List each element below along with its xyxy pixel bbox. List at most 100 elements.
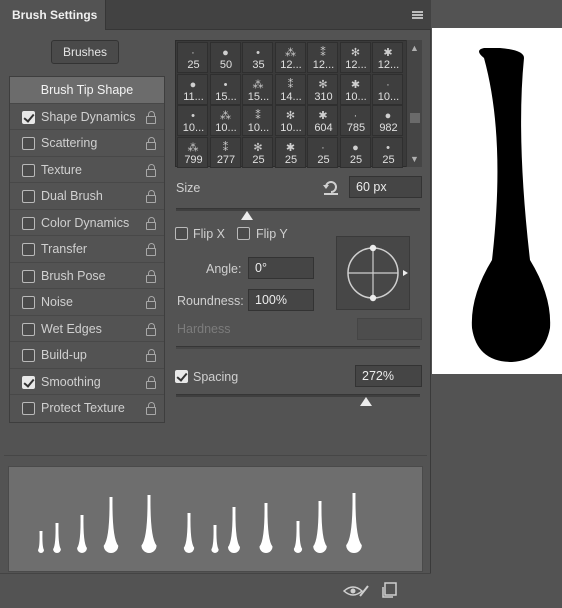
angle-input[interactable]: 0° xyxy=(248,257,314,279)
option-label: Protect Texture xyxy=(41,401,125,415)
texture-checkbox[interactable] xyxy=(22,163,35,177)
brush-tip-tile[interactable]: ⁂ 10... xyxy=(209,105,241,136)
option-brush-tip-shape[interactable]: Brush Tip Shape xyxy=(10,77,164,104)
brush-pose-checkbox[interactable] xyxy=(22,269,35,283)
stroke-preview xyxy=(8,466,423,572)
option-shape-dynamics[interactable]: Shape Dynamics xyxy=(10,103,164,130)
option-brush-pose[interactable]: Brush Pose xyxy=(10,262,164,289)
spacing-checkbox[interactable] xyxy=(175,370,188,383)
option-wet-edges[interactable]: Wet Edges xyxy=(10,315,164,342)
lock-icon[interactable] xyxy=(146,190,156,203)
brush-tip-tile[interactable]: ● 50 xyxy=(209,42,241,73)
brush-tip-size: 12... xyxy=(312,59,335,71)
lock-icon[interactable] xyxy=(146,402,156,415)
brush-tip-tile[interactable]: · 25 xyxy=(307,136,338,168)
option-dual-brush[interactable]: Dual Brush xyxy=(10,183,164,210)
option-smoothing[interactable]: Smoothing xyxy=(10,368,164,395)
brush-tip-tile[interactable]: ✱ 25 xyxy=(274,136,306,168)
brush-tip-tile[interactable]: ✻ 25 xyxy=(242,136,273,168)
build-up-checkbox[interactable] xyxy=(22,349,35,362)
brush-tip-icon: · xyxy=(386,78,390,91)
angle-roundness-widget[interactable] xyxy=(336,236,410,310)
brush-tip-tile[interactable]: ✻ 310 xyxy=(307,73,338,105)
angle-circle-icon[interactable] xyxy=(337,237,411,311)
lock-icon[interactable] xyxy=(146,216,156,230)
spacing-input[interactable]: 272% xyxy=(355,365,422,387)
brush-tip-tile[interactable]: · 25 xyxy=(177,42,208,73)
brush-tip-tile[interactable]: ⁑ 10... xyxy=(242,105,273,136)
preview-drop xyxy=(228,507,240,554)
dual-brush-checkbox[interactable] xyxy=(22,190,35,203)
brush-tip-tile[interactable]: ✱ 12... xyxy=(372,42,403,73)
brush-tip-tile[interactable]: ● 11... xyxy=(177,73,208,105)
brush-tip-tile[interactable]: ⁑ 12... xyxy=(307,42,338,73)
lock-icon[interactable] xyxy=(146,163,156,177)
flip-x-checkbox[interactable] xyxy=(175,227,188,240)
option-color-dynamics[interactable]: Color Dynamics xyxy=(10,209,164,236)
flip-y-label: Flip Y xyxy=(256,227,288,241)
size-slider-track[interactable] xyxy=(176,208,420,211)
brush-tip-tile[interactable]: · 785 xyxy=(339,105,371,136)
brush-tip-tile[interactable]: ⁑ 277 xyxy=(209,136,241,168)
brushes-button[interactable]: Brushes xyxy=(51,40,119,64)
shape-dynamics-checkbox[interactable] xyxy=(22,110,35,124)
size-slider-thumb[interactable] xyxy=(240,211,253,220)
smoothing-checkbox[interactable] xyxy=(22,375,35,389)
option-scattering[interactable]: Scattering xyxy=(10,130,164,157)
brush-tip-size: 10... xyxy=(345,90,367,103)
new-preset-icon[interactable] xyxy=(382,582,398,598)
protect-texture-checkbox[interactable] xyxy=(22,402,35,415)
lock-icon[interactable] xyxy=(146,375,156,389)
brush-tip-tile[interactable]: ● 982 xyxy=(372,105,403,136)
eye-brush-icon[interactable] xyxy=(343,583,369,599)
spacing-slider-track[interactable] xyxy=(176,394,420,397)
lock-icon[interactable] xyxy=(146,137,156,150)
scrollbar-thumb[interactable] xyxy=(410,113,420,123)
flip-y-checkbox[interactable] xyxy=(237,227,250,240)
option-transfer[interactable]: Transfer xyxy=(10,236,164,263)
transfer-checkbox[interactable] xyxy=(22,243,35,256)
brush-tip-tile[interactable]: ✱ 10... xyxy=(339,73,371,105)
brush-tip-tile[interactable]: • 25 xyxy=(372,136,403,168)
lock-icon[interactable] xyxy=(146,296,156,309)
brush-tip-icon: ● xyxy=(352,141,359,154)
brush-tip-icon: ⁂ xyxy=(285,47,296,59)
lock-icon[interactable] xyxy=(146,269,156,283)
brush-tip-tile[interactable]: ✻ 10... xyxy=(274,105,306,136)
tab-brush-settings[interactable]: Brush Settings xyxy=(0,0,106,30)
brush-tip-tile[interactable]: ● 25 xyxy=(339,136,371,168)
roundness-input[interactable]: 100% xyxy=(248,289,314,311)
brush-tip-tile[interactable]: ⁂ 15... xyxy=(242,73,273,105)
panel-menu-icon[interactable] xyxy=(412,11,423,19)
lock-icon[interactable] xyxy=(146,110,156,124)
option-build-up[interactable]: Build-up xyxy=(10,342,164,369)
spacing-slider-thumb[interactable] xyxy=(360,397,373,406)
wet-edges-checkbox[interactable] xyxy=(22,322,35,336)
lock-icon[interactable] xyxy=(146,322,156,336)
angle-label: Angle: xyxy=(206,262,242,276)
noise-checkbox[interactable] xyxy=(22,296,35,309)
brush-tip-size: 10... xyxy=(280,122,302,134)
reset-size-icon[interactable] xyxy=(322,178,340,196)
brush-tip-tile[interactable]: · 10... xyxy=(372,73,403,105)
brush-tip-tile[interactable]: • 15... xyxy=(209,73,241,105)
brush-tip-tile[interactable]: ⁂ 12... xyxy=(274,42,306,73)
scroll-down-icon[interactable]: ▼ xyxy=(410,154,419,164)
scattering-checkbox[interactable] xyxy=(22,137,35,150)
brush-tip-tile[interactable]: ⁑ 14... xyxy=(274,73,306,105)
document-canvas[interactable] xyxy=(432,28,562,374)
brush-tip-tile[interactable]: • 35 xyxy=(242,42,273,73)
scroll-up-icon[interactable]: ▲ xyxy=(410,43,419,53)
brush-tip-tile[interactable]: ⁂ 799 xyxy=(177,136,208,168)
color-dynamics-checkbox[interactable] xyxy=(22,216,35,230)
brush-tip-tile[interactable]: ✻ 12... xyxy=(339,42,371,73)
lock-icon[interactable] xyxy=(146,243,156,256)
option-texture[interactable]: Texture xyxy=(10,156,164,183)
option-noise[interactable]: Noise xyxy=(10,289,164,316)
brush-grid-scrollbar[interactable]: ▲ ▼ xyxy=(406,40,422,167)
brush-tip-tile[interactable]: ✱ 604 xyxy=(307,105,338,136)
brush-tip-tile[interactable]: • 10... xyxy=(177,105,208,136)
option-protect-texture[interactable]: Protect Texture xyxy=(10,395,164,422)
lock-icon[interactable] xyxy=(146,349,156,362)
size-input[interactable]: 60 px xyxy=(349,176,422,198)
